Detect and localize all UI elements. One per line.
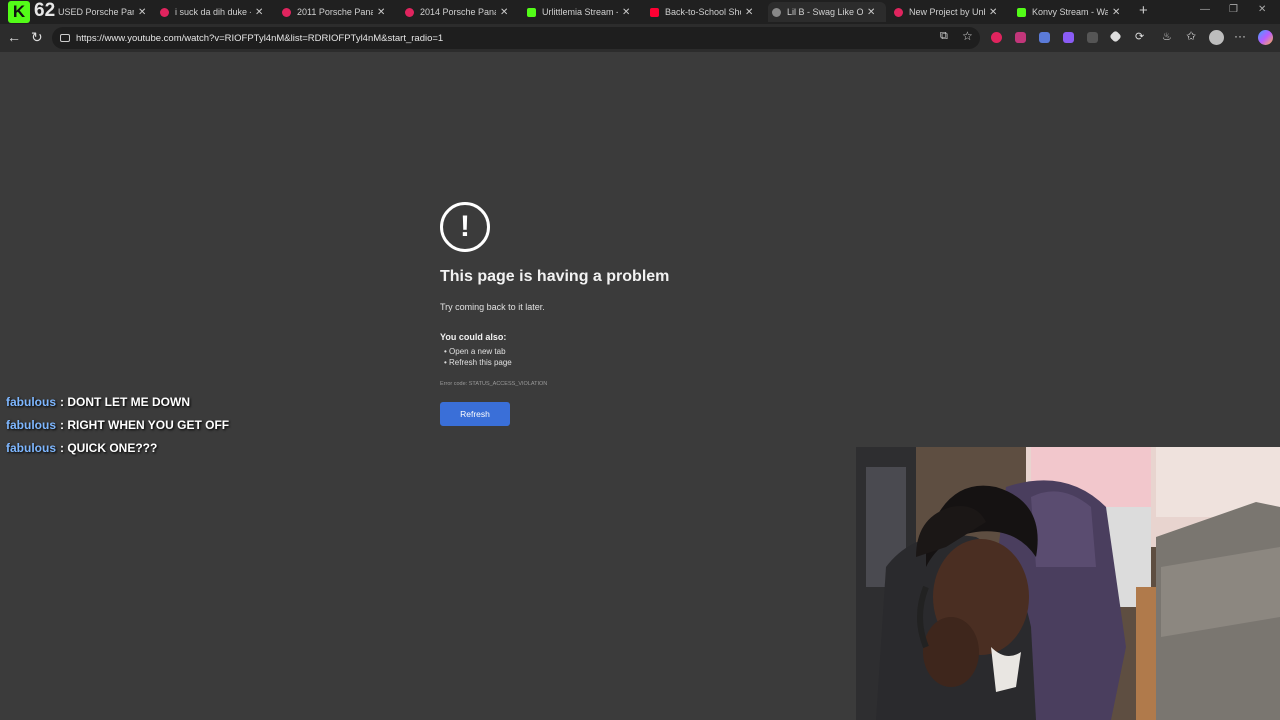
tab-title: USED Porsche Paname: [58, 7, 134, 17]
more-menu-icon[interactable]: ···: [1234, 29, 1246, 43]
tab-title: Lil B - Swag Like OHIO: [787, 7, 863, 17]
tab-2[interactable]: 2011 Porsche Paname ✕: [282, 2, 385, 22]
close-icon[interactable]: ✕: [867, 7, 875, 18]
tab-6-active[interactable]: Lil B - Swag Like OHIO ✕: [768, 2, 886, 22]
close-icon[interactable]: ✕: [622, 7, 630, 18]
favicon-icon: [282, 7, 291, 17]
tab-title: Urlittlemia Stream - W: [542, 7, 618, 17]
chat-message: fabulous : RIGHT WHEN YOU GET OFF: [6, 413, 229, 436]
chat-message: fabulous : DONT LET ME DOWN: [6, 390, 229, 413]
extensions-puzzle-icon[interactable]: ⟳: [1135, 30, 1144, 43]
extension-pink-icon[interactable]: [1015, 32, 1026, 43]
tab-4[interactable]: Urlittlemia Stream - W ✕: [527, 2, 630, 22]
profile-avatar[interactable]: [1209, 30, 1224, 45]
twitch-extension-icon[interactable]: [1063, 32, 1074, 43]
close-icon[interactable]: ✕: [500, 7, 508, 18]
tab-5[interactable]: Back-to-School Shopli ✕: [650, 2, 753, 22]
minimize-icon[interactable]: —: [1200, 4, 1210, 15]
back-arrow-icon[interactable]: ←: [7, 29, 21, 45]
error-title: This page is having a problem: [440, 268, 670, 285]
close-icon[interactable]: ✕: [989, 7, 997, 18]
extension-diamond-icon[interactable]: [1109, 30, 1122, 43]
url-field[interactable]: https://www.youtube.com/watch?v=RIOFPTyl…: [52, 27, 980, 49]
copilot-icon[interactable]: [1258, 30, 1273, 45]
url-text[interactable]: https://www.youtube.com/watch?v=RIOFPTyl…: [76, 33, 443, 44]
close-icon[interactable]: ✕: [377, 7, 385, 18]
close-icon[interactable]: ✕: [745, 7, 753, 18]
lock-icon: [60, 34, 70, 42]
chat-username: fabulous: [6, 417, 56, 432]
close-icon[interactable]: ✕: [1112, 7, 1120, 18]
chat-text: : DONT LET ME DOWN: [60, 394, 190, 409]
maximize-icon[interactable]: ❐: [1229, 4, 1238, 15]
chat-text: : QUICK ONE???: [60, 440, 158, 455]
new-tab-button[interactable]: +: [1139, 2, 1148, 19]
tab-title: 2011 Porsche Paname: [297, 7, 373, 17]
favicon-icon: [405, 7, 414, 17]
tab-title: Back-to-School Shopli: [665, 7, 741, 17]
extension-gray-icon[interactable]: [1087, 32, 1098, 43]
tab-0[interactable]: USED Porsche Paname ✕: [58, 2, 146, 22]
youtube-favicon-icon: [650, 7, 659, 17]
kick-logo-icon: K: [8, 1, 30, 23]
favorite-star-icon[interactable]: ☆: [962, 29, 973, 43]
close-window-icon[interactable]: ✕: [1258, 4, 1266, 15]
error-options-list: Open a new tab Refresh this page: [444, 346, 512, 368]
tab-3[interactable]: 2014 Porsche Paname ✕: [405, 2, 508, 22]
kick-favicon-icon: [1017, 7, 1026, 17]
refresh-button[interactable]: Refresh: [440, 402, 510, 426]
webcam-scene: [856, 447, 1280, 720]
reload-icon[interactable]: ↻: [31, 29, 43, 46]
chat-overlay: fabulous : DONT LET ME DOWN fabulous : R…: [6, 390, 229, 459]
close-icon[interactable]: ✕: [255, 7, 263, 18]
chat-message: fabulous : QUICK ONE???: [6, 436, 229, 459]
extension-audio-icon[interactable]: [1039, 32, 1050, 43]
address-bar: ← ↻ https://www.youtube.com/watch?v=RIOF…: [0, 24, 1280, 52]
error-exclamation-icon: !: [440, 202, 490, 252]
kick-favicon-icon: [527, 7, 536, 17]
tab-1[interactable]: i suck da dih duke - Yo ✕: [160, 2, 263, 22]
list-item: Refresh this page: [444, 357, 512, 368]
close-icon[interactable]: ✕: [138, 7, 146, 18]
chat-username: fabulous: [6, 394, 56, 409]
viewer-count: 62: [34, 0, 56, 21]
list-item: Open a new tab: [444, 346, 512, 357]
chat-username: fabulous: [6, 440, 56, 455]
chat-text: : RIGHT WHEN YOU GET OFF: [60, 417, 230, 432]
performance-icon[interactable]: ♨: [1162, 30, 1172, 43]
read-aloud-icon[interactable]: ⧉: [940, 30, 948, 43]
favicon-icon: [894, 7, 903, 17]
extension-red-icon[interactable]: [991, 32, 1002, 43]
tab-7[interactable]: New Project by Unbar ✕: [894, 2, 997, 22]
tab-title: New Project by Unbar: [909, 7, 985, 17]
collections-icon[interactable]: ✩: [1186, 29, 1196, 43]
webcam-feed: [856, 447, 1280, 720]
tab-8[interactable]: Konvy Stream - Watch ✕: [1017, 2, 1120, 22]
tab-title: i suck da dih duke - Yo: [175, 7, 251, 17]
favicon-icon: [160, 7, 169, 17]
error-subtitle: Try coming back to it later.: [440, 302, 545, 312]
favicon-icon: [772, 7, 781, 17]
error-could-also: You could also:: [440, 332, 507, 342]
tab-bar: K 62 USED Porsche Paname ✕ i suck da dih…: [0, 0, 1280, 24]
error-code: Error code: STATUS_ACCESS_VIOLATION: [440, 381, 548, 387]
tab-title: Konvy Stream - Watch: [1032, 7, 1108, 17]
tab-title: 2014 Porsche Paname: [420, 7, 496, 17]
